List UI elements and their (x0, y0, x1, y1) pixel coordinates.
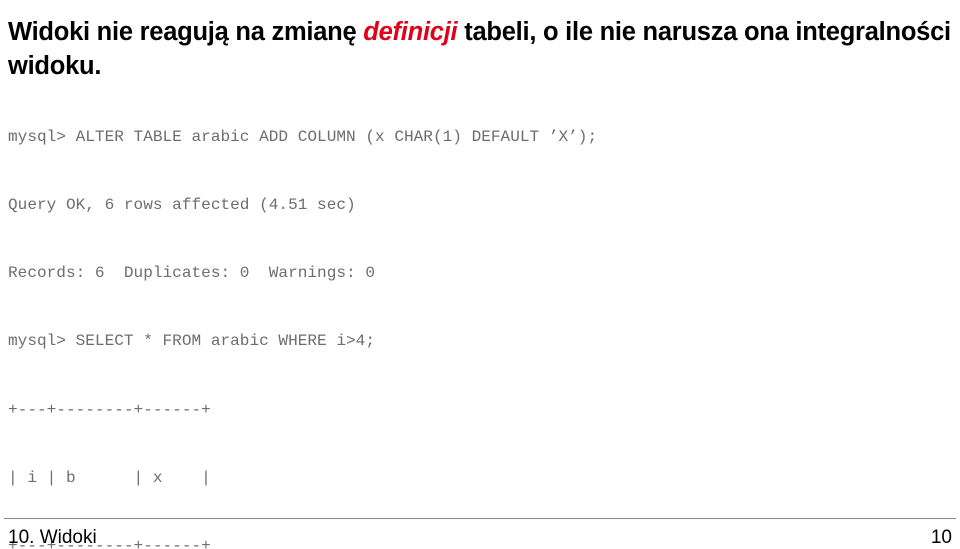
slide: Widoki nie reagują na zmianę definicji t… (0, 0, 960, 549)
heading-text-before: Widoki nie reagują na zmianę (8, 18, 364, 47)
console-line: Query OK, 6 rows affected (4.51 sec) (8, 195, 356, 214)
console-line: | i | b | x | (8, 468, 211, 487)
console-line: Records: 6 Duplicates: 0 Warnings: 0 (8, 264, 375, 282)
slide-heading: Widoki nie reagują na zmianę definicji t… (8, 15, 958, 83)
mysql-console-transcript: mysql> ALTER TABLE arabic ADD COLUMN (x … (8, 80, 948, 549)
heading-emphasis-definicji: definicji (363, 18, 458, 47)
footer-section-label: 10. Widoki (8, 527, 97, 548)
console-line: mysql> SELECT * FROM arabic WHERE i>4; (8, 332, 375, 351)
footer-divider (4, 518, 956, 519)
console-line: +---+--------+------+ (8, 400, 211, 419)
console-line: mysql> ALTER TABLE arabic ADD COLUMN (x … (8, 127, 598, 146)
footer-page-number: 10 (930, 527, 952, 548)
slide-footer: 10. Widoki 10 (8, 527, 952, 549)
